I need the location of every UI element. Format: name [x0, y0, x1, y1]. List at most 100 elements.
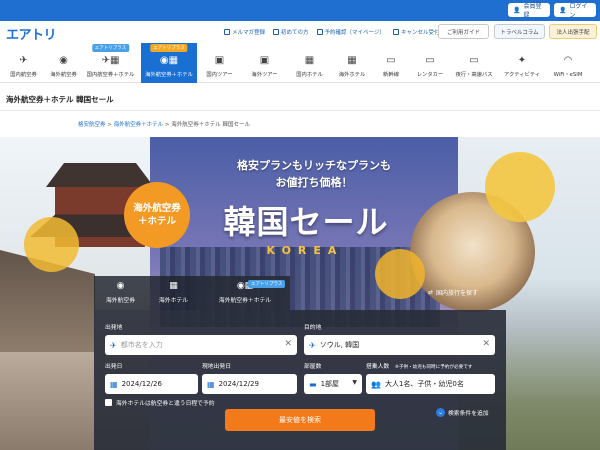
- domestic-travel-label: 国内旅行を探す: [436, 290, 479, 297]
- guests-label-row: 搭乗人数 ※子供・幼児も同時に予約が必要です: [366, 361, 472, 370]
- globe-icon: ◉: [116, 281, 125, 291]
- nav-rentacar[interactable]: ▭ レンタカー: [410, 43, 450, 83]
- airtrip-plus-badge: エアトリプラス: [91, 44, 130, 52]
- nav-label: アクティビティ: [503, 72, 541, 78]
- breadcrumb: 格安航空券 > 海外航空券＋ホテル > 海外航空券＋ホテル 韓国セール: [78, 120, 250, 128]
- nav-label: WiFi・eSIM: [553, 72, 583, 78]
- destination-value: ソウル, 韓国: [319, 341, 360, 349]
- first-time-link[interactable]: 初めての方: [273, 28, 309, 36]
- corporate-button[interactable]: 法人出張手配: [549, 24, 597, 39]
- breadcrumb-link[interactable]: 海外航空券＋ホテル: [114, 122, 164, 128]
- travel-column-button[interactable]: トラベルコラム: [494, 24, 545, 39]
- origin-input[interactable]: ✈ 都市名を入力 ✕: [105, 335, 297, 355]
- main-nav: ✈ 国内航空券 ◉ 海外航空券 エアトリプラス ✈▦ 国内航空券＋ホテル エアト…: [0, 43, 600, 83]
- tab-intl-air[interactable]: ◉ 海外航空券: [94, 276, 147, 310]
- nav-label: 国内航空券: [10, 72, 37, 78]
- user-plus-icon: 👤: [513, 6, 521, 14]
- separate-dates-checkbox[interactable]: [105, 399, 112, 406]
- top-bar: 👤 会員登録 👤 ログイン: [0, 0, 600, 21]
- nav-intl-tour[interactable]: ▣ 海外ツアー: [242, 43, 287, 83]
- decor-circle: [24, 217, 79, 272]
- hero-korea-text: KOREA: [266, 244, 344, 257]
- car-icon: ▭: [425, 55, 435, 66]
- breadcrumb-current: 海外航空券＋ホテル 韓国セール: [171, 122, 250, 128]
- guests-input[interactable]: 👥 大人1名、子供・幼児0名: [366, 374, 495, 394]
- nav-intl-air[interactable]: ◉ 海外航空券: [47, 43, 80, 83]
- origin-placeholder: 都市名を入力: [120, 341, 163, 349]
- calendar-icon: ▦: [110, 379, 118, 389]
- nav-wifi[interactable]: ◠ WiFi・eSIM: [546, 43, 590, 83]
- nav-activity[interactable]: ✦ アクティビティ: [498, 43, 546, 83]
- depart-date-value: 2024/12/26: [121, 380, 162, 388]
- tab-intl-air-hotel[interactable]: エアトリプラス ◉▦ 海外航空券＋ホテル: [200, 276, 290, 310]
- tab-intl-hotel[interactable]: ▦ 海外ホテル: [147, 276, 200, 310]
- airplane-landing-icon: ✈: [309, 340, 316, 350]
- hero-subtitle-line: お値打ち価格！: [275, 176, 353, 189]
- domestic-travel-link[interactable]: ⇄ 国内旅行を探す: [428, 288, 478, 297]
- nav-label: 海外航空券: [50, 72, 77, 78]
- nav-domestic-hotel[interactable]: ▦ 国内ホテル: [287, 43, 332, 83]
- member-register-button[interactable]: 👤 会員登録: [508, 3, 550, 19]
- return-date-label: 現地出発日: [202, 364, 231, 370]
- badge-line: 海外航空券: [133, 203, 181, 214]
- search-button[interactable]: 最安値を検索: [225, 409, 375, 431]
- nav-label: 海外ホテル: [338, 72, 366, 78]
- suitcase-globe-icon: ▣: [259, 55, 270, 66]
- nav-domestic-air-hotel[interactable]: エアトリプラス ✈▦ 国内航空券＋ホテル: [80, 43, 141, 83]
- return-date-input[interactable]: ▦ 2024/12/29: [202, 374, 297, 394]
- add-conditions-toggle[interactable]: ⌄ 検索条件を追加: [436, 408, 489, 417]
- depart-date-input[interactable]: ▦ 2024/12/26: [105, 374, 198, 394]
- breadcrumb-link[interactable]: 格安航空券: [78, 122, 106, 128]
- cancel-link[interactable]: キャンセル受付: [392, 28, 440, 36]
- tab-label: 海外航空券＋ホテル: [218, 298, 272, 304]
- bed-icon: ▬: [309, 379, 317, 389]
- chevron-down-icon: ⌄: [436, 408, 445, 417]
- guests-label: 搭乗人数: [366, 364, 390, 370]
- mypage-link[interactable]: 予約確認（マイページ）: [316, 28, 385, 36]
- clear-icon[interactable]: ✕: [284, 339, 292, 350]
- rooms-label: 部屋数: [304, 364, 322, 370]
- globe-icon: ◉: [59, 55, 68, 66]
- nav-label: 国内ホテル: [296, 72, 323, 78]
- newsletter-link[interactable]: メルマガ登録: [224, 28, 265, 36]
- book-icon: [273, 29, 280, 35]
- guide-button[interactable]: ご利用ガイド: [438, 24, 489, 39]
- separate-dates-option[interactable]: 海外ホテルは航空券と違う日程で予約: [105, 398, 215, 407]
- swap-icon: ⇄: [428, 289, 434, 296]
- nav-domestic-air[interactable]: ✈ 国内航空券: [0, 43, 47, 83]
- clear-icon[interactable]: ✕: [482, 339, 490, 350]
- nav-intl-hotel[interactable]: ▦ 海外ホテル: [332, 43, 372, 83]
- globe-hotel-icon: ◉▦: [159, 55, 179, 66]
- member-register-label: 会員登録: [523, 3, 542, 19]
- hero-subtitle: 格安プランもリッチなプランも お値打ち価格！: [194, 157, 434, 191]
- user-icon: 👤: [559, 6, 567, 14]
- nav-label: 海外航空券＋ホテル: [145, 72, 193, 78]
- guests-note: ※子供・幼児も同時に予約が必要です: [395, 365, 473, 370]
- divider: [0, 110, 600, 111]
- suitcase-icon: ▣: [214, 55, 225, 66]
- wifi-icon: ◠: [563, 55, 573, 66]
- login-button[interactable]: 👤 ログイン: [554, 3, 596, 19]
- page-title: 海外航空券＋ホテル 韓国セール: [6, 95, 114, 104]
- airplane-icon: ✈: [19, 55, 28, 66]
- cancel-label: キャンセル受付: [400, 30, 440, 36]
- badge-line: ＋ホテル: [137, 216, 176, 227]
- login-label: ログイン: [569, 3, 588, 19]
- nav-intl-air-hotel[interactable]: エアトリプラス ◉▦ 海外航空券＋ホテル: [141, 43, 197, 83]
- nav-domestic-tour[interactable]: ▣ 国内ツアー: [197, 43, 242, 83]
- rooms-select[interactable]: ▬ 1部屋 ▼: [304, 374, 362, 394]
- nav-label: レンタカー: [416, 72, 444, 78]
- nav-label: 夜行・高速バス: [455, 72, 493, 78]
- depart-date-label: 出発日: [105, 364, 123, 370]
- site-logo[interactable]: エアトリ: [6, 24, 57, 43]
- guests-value: 大人1名、子供・幼児0名: [384, 380, 464, 388]
- hotel-globe-icon: ▦: [347, 55, 357, 66]
- nav-shinkansen[interactable]: ▭ 新幹線: [372, 43, 410, 83]
- calendar-icon: ▦: [207, 379, 215, 389]
- destination-input[interactable]: ✈ ソウル, 韓国 ✕: [304, 335, 495, 355]
- first-time-label: 初めての方: [281, 30, 309, 36]
- cancel-icon: [392, 29, 399, 35]
- tab-label: 海外航空券: [106, 298, 135, 304]
- mypage-label: 予約確認（マイページ）: [324, 30, 385, 36]
- nav-bus[interactable]: ▭ 夜行・高速バス: [450, 43, 498, 83]
